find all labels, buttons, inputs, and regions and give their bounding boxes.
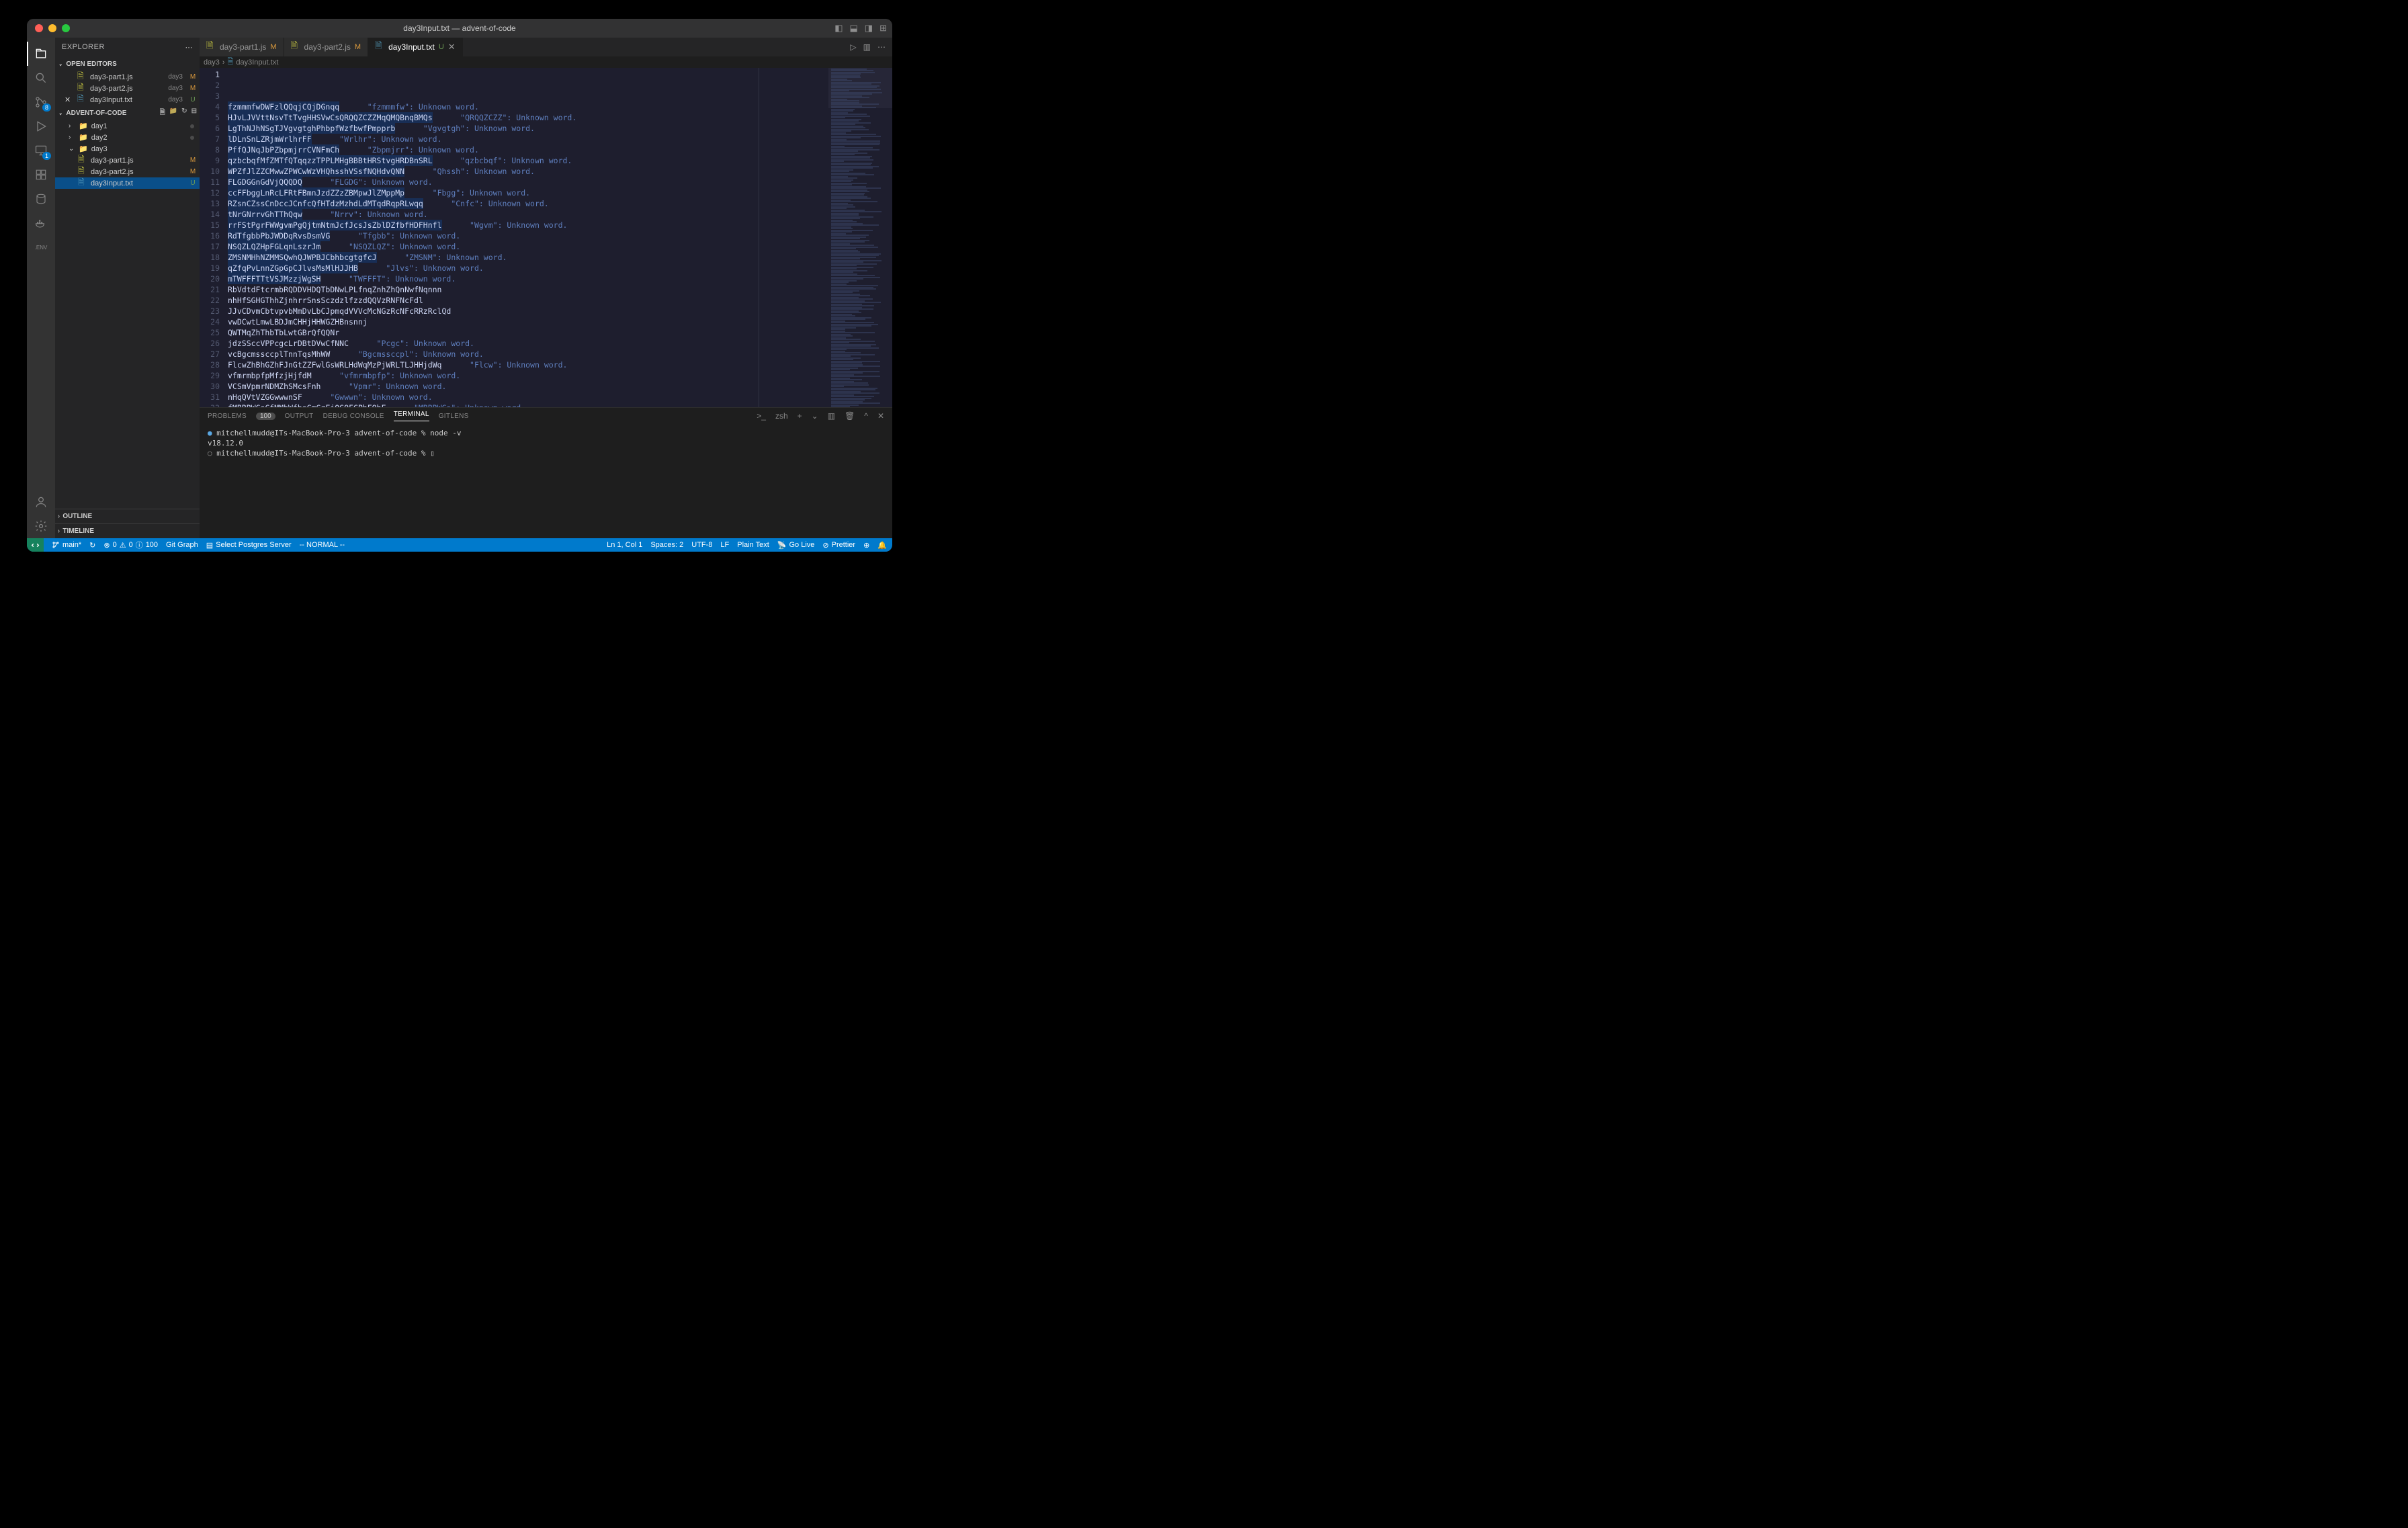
folder-item[interactable]: ›📁day1 [55, 120, 200, 132]
terminal-shell-icon[interactable]: >_ [757, 411, 766, 421]
panel-tab-problems[interactable]: PROBLEMS [208, 413, 247, 420]
titlebar: day3Input.txt — advent-of-code ◧ ⬓ ◨ ⊞ [27, 19, 892, 38]
panel-tab-terminal[interactable]: TERMINAL [394, 411, 429, 421]
refresh-icon[interactable]: ↻ [181, 108, 187, 119]
bell-icon[interactable]: 🔔 [877, 541, 887, 550]
terminal-trash-icon[interactable]: 🗑 [845, 411, 855, 421]
split-editor-icon[interactable]: ▥ [863, 42, 871, 52]
env-icon[interactable]: .ENV [27, 235, 55, 259]
window-close[interactable] [35, 24, 43, 32]
remote-indicator[interactable] [27, 538, 44, 552]
vim-status: -- NORMAL -- [300, 541, 345, 549]
terminal-dropdown-icon[interactable]: ⌄ [812, 411, 818, 421]
panel-tab-gitlens[interactable]: GITLENS [439, 413, 469, 420]
layout-right-icon[interactable]: ◨ [865, 23, 873, 34]
file-item[interactable]: 🗎day3-part2.jsM [55, 166, 200, 177]
panel-maximize-icon[interactable]: ^ [864, 411, 868, 421]
editor: 1234567891011121314151617181920212223242… [200, 68, 892, 407]
scm-icon[interactable]: 8 [27, 90, 55, 114]
minimap[interactable] [828, 68, 892, 407]
feedback-icon[interactable]: ⊕ [863, 541, 869, 550]
panel: PROBLEMS 100 OUTPUT DEBUG CONSOLE TERMIN… [200, 407, 892, 538]
indentation-status[interactable]: Spaces: 2 [650, 541, 683, 549]
timeline-header[interactable]: › TIMELINE [55, 523, 200, 538]
activity-bar: 8 1 .ENV [27, 38, 55, 538]
run-icon[interactable]: ▷ [850, 42, 856, 52]
status-bar: main* ↻ ⊗0 ⚠0 ⓘ100 Git Graph ▤Select Pos… [27, 538, 892, 552]
panel-close-icon[interactable]: ✕ [877, 411, 884, 421]
window-minimize[interactable] [48, 24, 56, 32]
outline-header[interactable]: › OUTLINE [55, 509, 200, 523]
golive-status[interactable]: 📡Go Live [777, 541, 815, 550]
terminal-split-icon[interactable]: ▥ [828, 411, 835, 421]
editor-tab[interactable]: 🗎day3-part2.jsM [284, 38, 369, 56]
sidebar-title: EXPLORER ⋯ [55, 38, 200, 56]
sidebar-more-icon[interactable]: ⋯ [185, 43, 194, 52]
encoding-status[interactable]: UTF-8 [691, 541, 712, 549]
sync-status[interactable]: ↻ [89, 541, 95, 550]
search-icon[interactable] [27, 66, 55, 90]
window-maximize[interactable] [62, 24, 70, 32]
more-editor-icon[interactable]: ⋯ [877, 42, 886, 52]
layout-custom-icon[interactable]: ⊞ [879, 23, 887, 34]
run-debug-icon[interactable] [27, 114, 55, 138]
new-folder-icon[interactable]: 📁 [169, 108, 177, 119]
docker-icon[interactable] [27, 211, 55, 235]
scm-badge: 8 [42, 103, 51, 112]
breadcrumbs[interactable]: day3 › 🗎 day3Input.txt [200, 56, 892, 68]
problems-status[interactable]: ⊗0 ⚠0 ⓘ100 [103, 540, 158, 550]
accounts-icon[interactable] [27, 490, 55, 514]
tab-bar: 🗎day3-part1.jsM🗎day3-part2.jsM🗎day3Input… [200, 38, 892, 56]
panel-tab-output[interactable]: OUTPUT [285, 413, 314, 420]
editor-tab[interactable]: 🗎day3Input.txtU✕ [368, 38, 463, 56]
problems-count: 100 [256, 413, 275, 420]
eol-status[interactable]: LF [720, 541, 729, 549]
gitgraph-status[interactable]: Git Graph [166, 541, 198, 549]
branch-status[interactable]: main* [52, 541, 81, 549]
remote-explorer-icon[interactable]: 1 [27, 138, 55, 163]
file-item[interactable]: 🗎day3Input.txtU [55, 177, 200, 189]
panel-tab-debug[interactable]: DEBUG CONSOLE [323, 413, 384, 420]
folder-item[interactable]: ›📁day2 [55, 132, 200, 143]
collapse-icon[interactable]: ⊟ [191, 108, 197, 119]
terminal-content[interactable]: ● mitchellmudd@ITs-MacBook-Pro-3 advent-… [200, 424, 892, 538]
layout-bottom-icon[interactable]: ⬓ [850, 23, 858, 34]
folder-item[interactable]: ⌄📁day3 [55, 143, 200, 155]
extensions-icon[interactable] [27, 163, 55, 187]
new-file-icon[interactable]: 🗎 [160, 108, 165, 119]
language-status[interactable]: Plain Text [737, 541, 769, 549]
open-editors-header[interactable]: ⌄ OPEN EDITORS [55, 56, 200, 71]
terminal-new-icon[interactable]: + [798, 411, 802, 421]
main: 🗎day3-part1.jsM🗎day3-part2.jsM🗎day3Input… [200, 38, 892, 538]
line-numbers: 1234567891011121314151617181920212223242… [200, 68, 228, 407]
workspace-header[interactable]: ⌄ ADVENT-OF-CODE 🗎 📁 ↻ ⊟ [55, 105, 200, 120]
layout-left-icon[interactable]: ◧ [834, 23, 843, 34]
sidebar: EXPLORER ⋯ ⌄ OPEN EDITORS 🗎day3-part1.js… [55, 38, 200, 538]
vscode-window: day3Input.txt — advent-of-code ◧ ⬓ ◨ ⊞ 8 [27, 19, 892, 552]
cursor-position[interactable]: Ln 1, Col 1 [607, 541, 642, 549]
explorer-icon[interactable] [27, 42, 55, 66]
remote-badge: 1 [42, 152, 51, 160]
terminal-shell-label[interactable]: zsh [775, 411, 788, 421]
database-icon[interactable] [27, 187, 55, 211]
prettier-status[interactable]: ⊘Prettier [822, 541, 855, 550]
editor-tab[interactable]: 🗎day3-part1.jsM [200, 38, 284, 56]
file-item[interactable]: 🗎day3-part1.jsM [55, 155, 200, 166]
window-title: day3Input.txt — advent-of-code [403, 24, 515, 33]
settings-icon[interactable] [27, 514, 55, 538]
postgres-status[interactable]: ▤Select Postgres Server [206, 541, 292, 550]
code-content[interactable]: fzmmmfwDWFzlQQqjCQjDGnqq "fzmmmfw": Unkn… [228, 68, 828, 407]
open-editor-item[interactable]: ✕🗎day3Input.txtday3U [55, 94, 200, 105]
